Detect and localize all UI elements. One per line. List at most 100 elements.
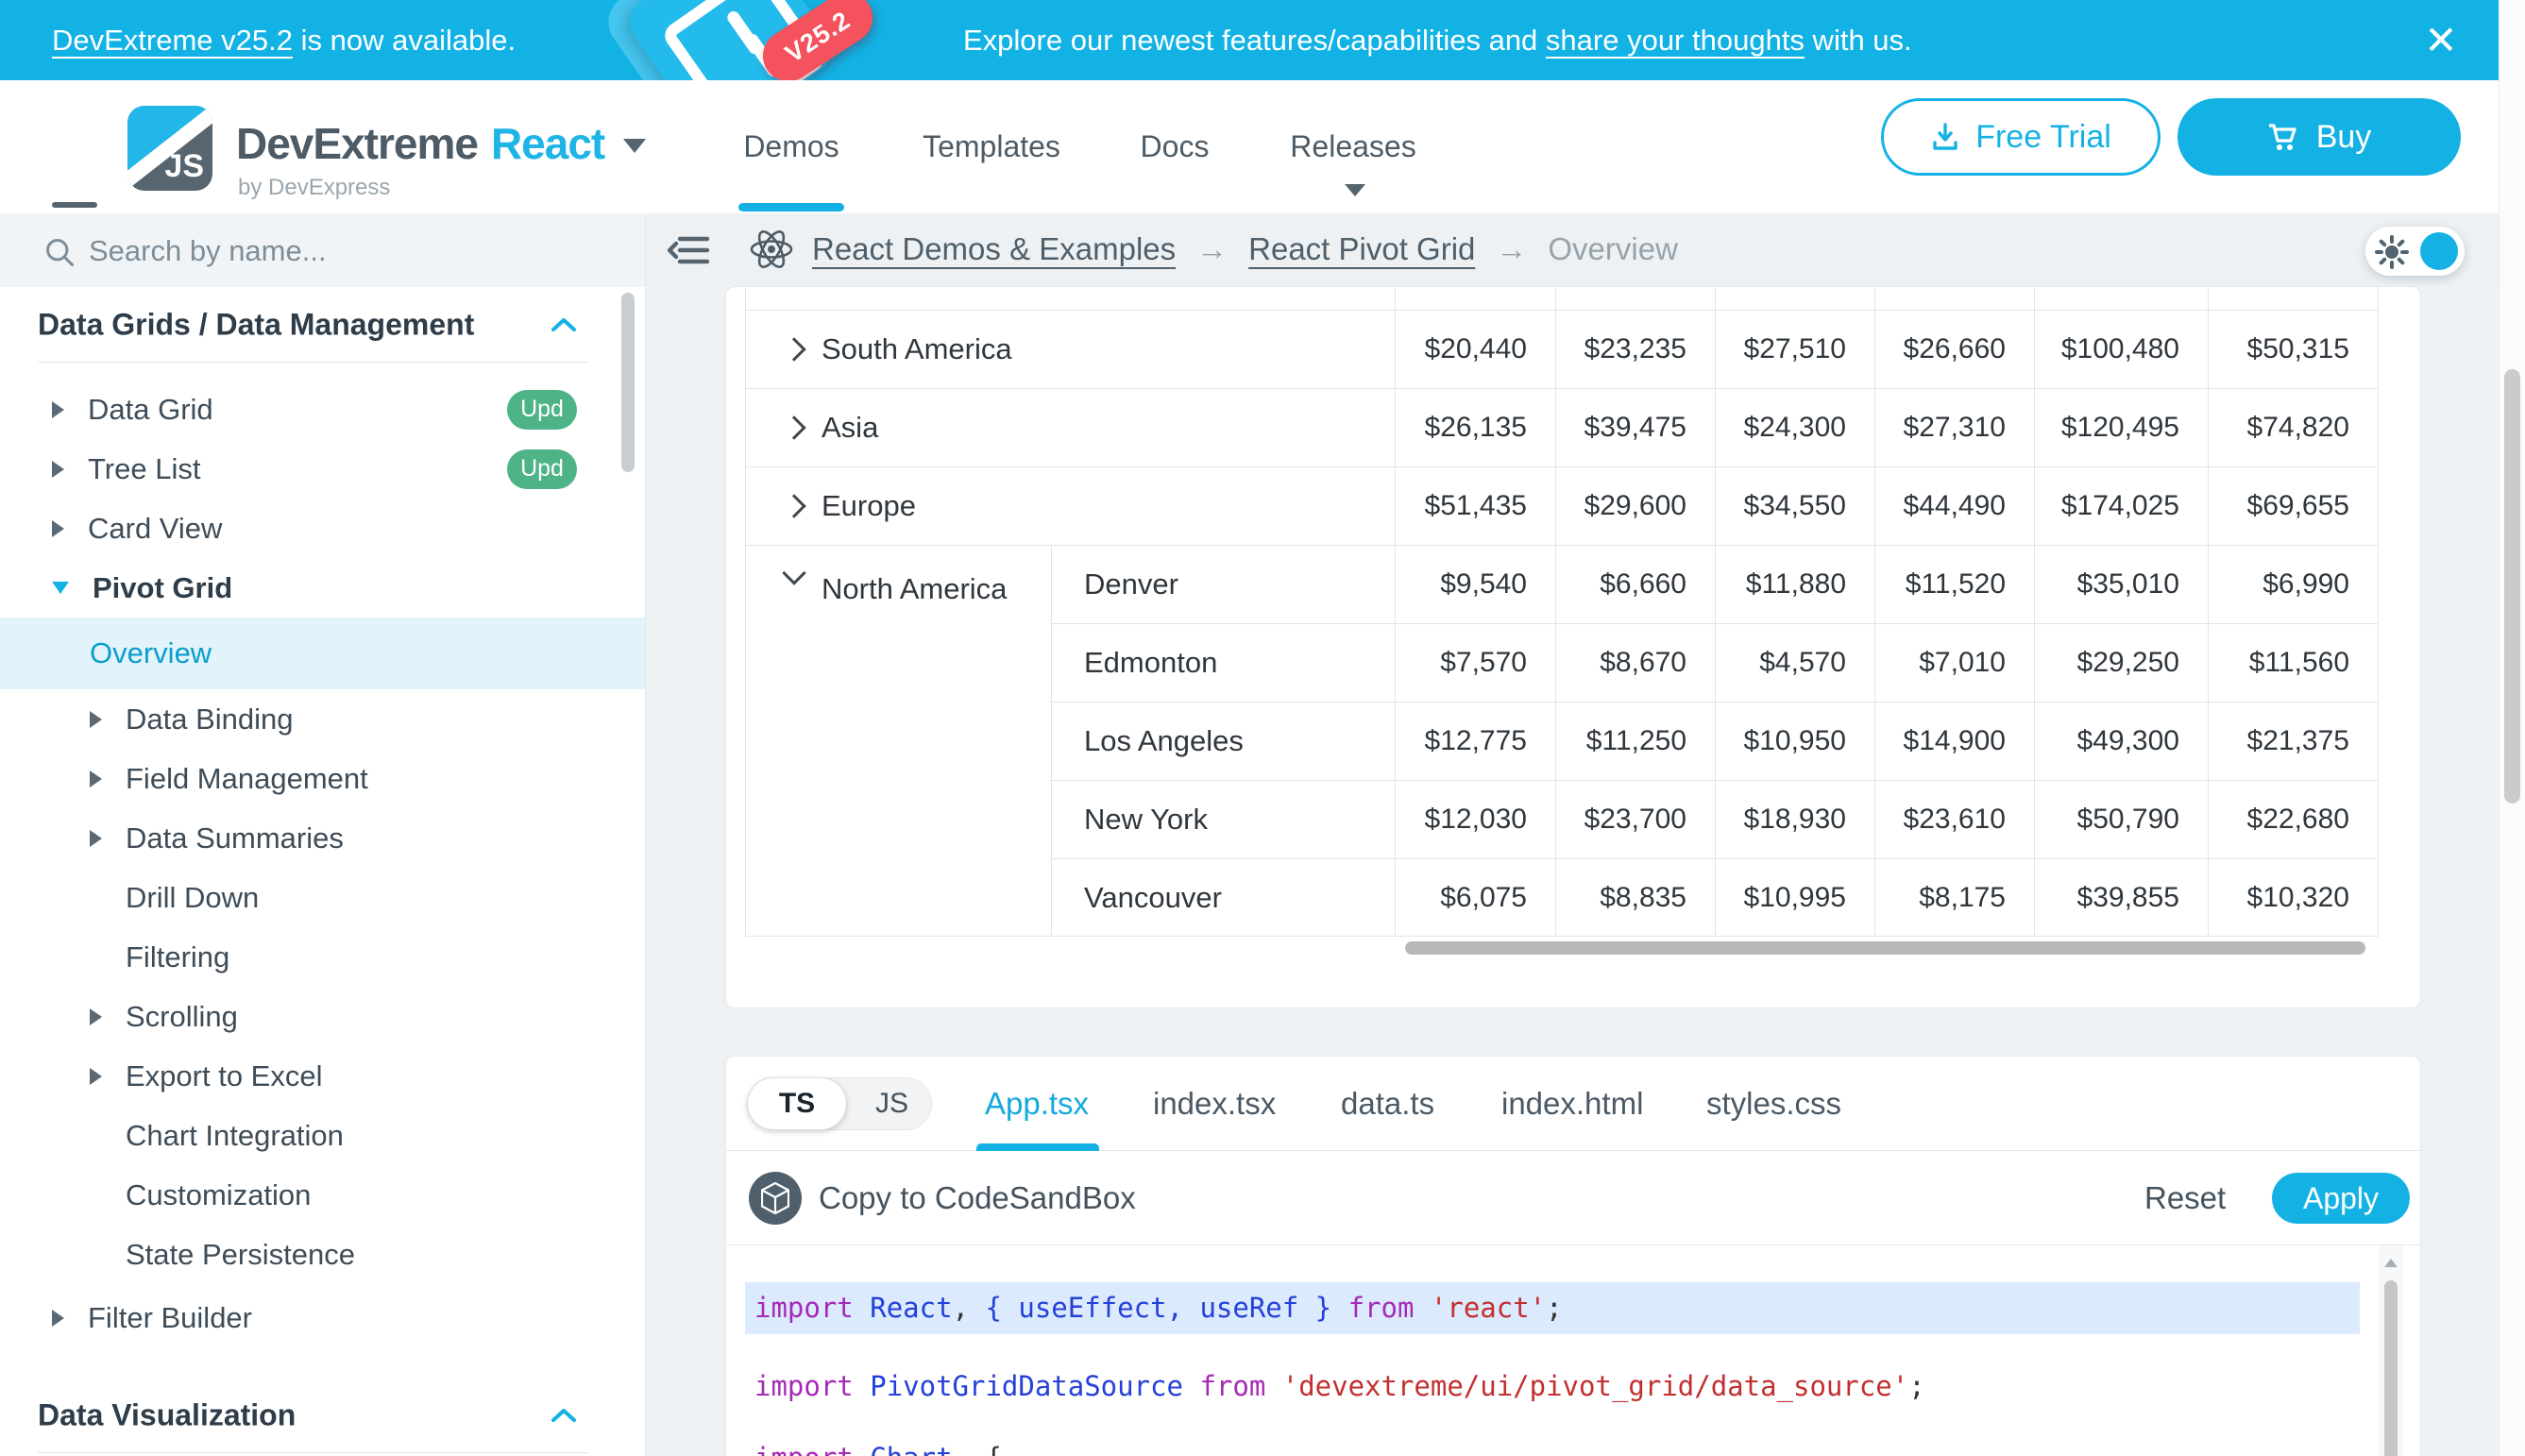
banner-close-icon[interactable]: ✕ <box>2410 0 2472 80</box>
nav-demos[interactable]: Demos <box>738 80 844 213</box>
sidebar-tree: Data GridUpd Tree ListUpd Card View Pivo… <box>0 363 645 1347</box>
pivot-cell: $8,835 <box>1555 858 1715 937</box>
chevron-up-icon[interactable] <box>551 1408 577 1423</box>
collapse-sidebar-icon[interactable] <box>667 232 710 268</box>
pivot-cell: $44,490 <box>1874 466 2034 545</box>
language-toggle-knob[interactable]: TS <box>747 1077 847 1130</box>
expand-arrow-icon[interactable] <box>52 401 64 418</box>
chevron-up-icon[interactable] <box>551 317 577 332</box>
nav-templates[interactable]: Templates <box>914 80 1069 213</box>
sidebar-item-filtering[interactable]: Filtering <box>0 927 645 987</box>
search-input[interactable] <box>87 213 601 289</box>
code-scrollbar-track[interactable] <box>2379 1245 2403 1456</box>
pivot-row-label-south-america[interactable]: South America <box>745 310 1395 388</box>
section-data-visualization[interactable]: Data Visualization <box>0 1378 645 1453</box>
pivot-row-label-europe[interactable]: Europe <box>745 466 1395 545</box>
nav-docs[interactable]: Docs <box>1136 80 1213 213</box>
tab-app-tsx[interactable]: App.tsx <box>985 1057 1089 1151</box>
breadcrumb-parent-link[interactable]: React Pivot Grid <box>1248 231 1475 267</box>
expand-arrow-icon[interactable] <box>52 520 64 537</box>
reset-button[interactable]: Reset <box>2144 1151 2226 1245</box>
pivot-cell: $6,990 <box>2208 545 2379 623</box>
free-trial-button[interactable]: Free Trial <box>1881 98 2161 176</box>
collapse-chevron-icon[interactable] <box>782 561 805 584</box>
sidebar-item-data-summaries[interactable]: Data Summaries <box>0 808 645 868</box>
pivot-cell: $35,010 <box>2034 545 2208 623</box>
pivot-cell: $10,995 <box>1715 858 1874 937</box>
pivot-header-cell <box>745 287 1395 310</box>
divider <box>38 1452 588 1453</box>
tab-index-tsx[interactable]: index.tsx <box>1153 1057 1276 1151</box>
banner-message: Explore our newest features/capabilities… <box>963 0 1912 80</box>
devextreme-js-logo[interactable]: JS <box>127 106 212 191</box>
expand-arrow-icon[interactable] <box>52 461 64 478</box>
pivot-row-label-asia[interactable]: Asia <box>745 388 1395 466</box>
sidebar-scrollbar-thumb[interactable] <box>621 293 635 472</box>
copy-to-codesandbox-label[interactable]: Copy to CodeSandBox <box>819 1151 1136 1245</box>
pivot-horizontal-scrollbar[interactable] <box>1405 941 2365 955</box>
tab-data-ts[interactable]: data.ts <box>1341 1057 1434 1151</box>
pivot-cell: $27,510 <box>1715 310 1874 388</box>
platform-dropdown-caret-icon[interactable] <box>623 139 646 153</box>
sidebar-item-field-management[interactable]: Field Management <box>0 749 645 808</box>
sidebar-item-scrolling[interactable]: Scrolling <box>0 987 645 1046</box>
sidebar-item-overview[interactable]: Overview <box>0 618 645 689</box>
pivot-cell: $22,680 <box>2208 780 2379 858</box>
pivot-header-cell <box>2034 287 2208 310</box>
tab-index-html[interactable]: index.html <box>1501 1057 1643 1151</box>
pivot-header-cell <box>1874 287 2034 310</box>
theme-toggle[interactable] <box>2365 227 2465 276</box>
tab-styles-css[interactable]: styles.css <box>1706 1057 1841 1151</box>
sidebar-item-pivot-grid[interactable]: Pivot Grid <box>0 558 645 618</box>
language-option-js[interactable]: JS <box>875 1078 908 1129</box>
codesandbox-icon[interactable] <box>749 1172 802 1225</box>
sidebar-item-filter-builder[interactable]: Filter Builder <box>0 1288 645 1347</box>
banner-release-link[interactable]: DevExtreme v25.2 <box>52 24 293 57</box>
banner-release-text: DevExtreme v25.2 is now available. <box>52 0 516 80</box>
sidebar-item-chart-integration[interactable]: Chart Integration <box>0 1106 645 1165</box>
devextreme-demos-page: DevExtreme v25.2 is now available. V25.2… <box>0 0 2525 1456</box>
buy-button[interactable]: Buy <box>2178 98 2461 176</box>
expand-chevron-icon[interactable] <box>782 337 805 361</box>
demos-sidebar: Data Grids / Data Management Data GridUp… <box>0 213 646 1456</box>
expand-arrow-icon[interactable] <box>90 1068 102 1085</box>
breadcrumb-root-link[interactable]: React Demos & Examples <box>812 231 1176 267</box>
page-scrollbar-thumb[interactable] <box>2504 369 2520 804</box>
expand-arrow-icon[interactable] <box>52 1310 64 1327</box>
pivot-row-label-north-america[interactable]: North America <box>745 545 1051 937</box>
pivot-cell: $26,135 <box>1395 388 1555 466</box>
sidebar-item-tree-list[interactable]: Tree ListUpd <box>0 439 645 499</box>
expand-arrow-icon[interactable] <box>90 711 102 728</box>
theme-toggle-knob[interactable] <box>2420 232 2458 270</box>
sidebar-item-customization[interactable]: Customization <box>0 1165 645 1225</box>
expand-chevron-icon[interactable] <box>782 415 805 439</box>
sidebar-item-card-view[interactable]: Card View <box>0 499 645 558</box>
sidebar-item-export-to-excel[interactable]: Export to Excel <box>0 1046 645 1106</box>
expand-arrow-icon[interactable] <box>90 830 102 847</box>
pivot-cell: $8,175 <box>1874 858 2034 937</box>
code-editor[interactable]: import React, { useEffect, useRef } from… <box>726 1245 2379 1456</box>
sidebar-item-data-binding[interactable]: Data Binding <box>0 689 645 749</box>
sidebar-item-data-grid[interactable]: Data GridUpd <box>0 380 645 439</box>
share-thoughts-link[interactable]: share your thoughts <box>1546 24 1805 57</box>
expand-arrow-icon[interactable] <box>90 1008 102 1025</box>
section-data-grids[interactable]: Data Grids / Data Management <box>0 287 645 363</box>
sidebar-item-drill-down[interactable]: Drill Down <box>0 868 645 927</box>
divider <box>38 362 588 363</box>
pivot-cell: $14,900 <box>1874 702 2034 780</box>
scroll-up-arrow-icon[interactable] <box>2384 1259 2398 1267</box>
search-icon <box>43 236 76 268</box>
platform-label: React <box>491 119 604 168</box>
expand-arrow-icon[interactable] <box>90 770 102 787</box>
code-scrollbar-thumb[interactable] <box>2384 1280 2398 1456</box>
expand-chevron-icon[interactable] <box>782 494 805 517</box>
releases-caret-icon[interactable] <box>1345 184 1365 196</box>
pivot-cell: $9,540 <box>1395 545 1555 623</box>
page-scrollbar[interactable] <box>2499 0 2525 1456</box>
apply-button[interactable]: Apply <box>2272 1173 2410 1224</box>
pivot-cell: $39,855 <box>2034 858 2208 937</box>
pivot-cell: $11,560 <box>2208 623 2379 702</box>
collapse-arrow-icon[interactable] <box>52 582 69 594</box>
language-toggle[interactable]: TS JS <box>747 1077 932 1130</box>
sidebar-item-state-persistence[interactable]: State Persistence <box>0 1225 645 1284</box>
